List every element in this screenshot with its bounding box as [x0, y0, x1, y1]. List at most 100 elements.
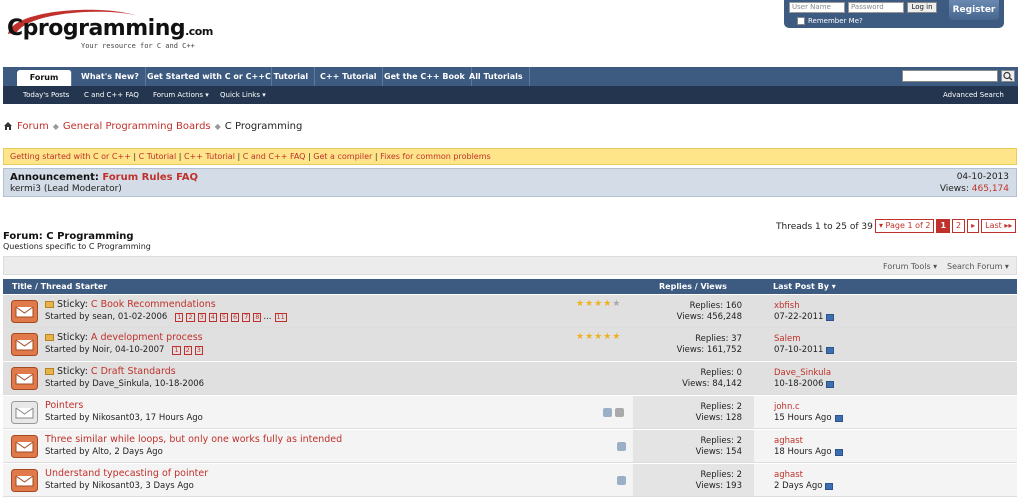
last-post-user[interactable]: aghast — [774, 470, 803, 480]
sticky-icon — [45, 334, 54, 341]
thread-page-link[interactable]: 6 — [230, 312, 240, 322]
tab-cpp-book[interactable]: Get the C++ Book — [378, 67, 472, 86]
thread-page-ellipsis: ... — [263, 312, 272, 322]
last-post-date: 15 Hours Ago — [774, 413, 832, 423]
logo-name: Cprogramming — [7, 16, 186, 41]
tools-bar: Forum Tools ▾ Search Forum ▾ — [3, 256, 1017, 275]
go-to-last-post-icon[interactable] — [826, 347, 835, 354]
last-post-user[interactable]: Salem — [774, 334, 800, 344]
thread-page-link[interactable]: 4 — [208, 312, 217, 322]
thread-replies: Replies: 160 — [689, 301, 742, 311]
rating-stars: ★ ★ ★ ★ ★ — [576, 299, 621, 309]
search-button[interactable] — [1001, 70, 1015, 82]
notice-link-getting-started[interactable]: Getting started with C or C++ — [10, 152, 131, 161]
thread-page-link[interactable]: 5 — [219, 312, 228, 322]
thread-page-link[interactable]: 2 — [186, 312, 195, 322]
thread-page-link[interactable]: 1 — [172, 345, 181, 355]
thread-page-link[interactable]: 7 — [242, 312, 251, 322]
thread-page-link[interactable]: 1 — [175, 312, 184, 322]
site-logo[interactable]: Cprogramming.com Your resource for C and… — [3, 4, 233, 56]
subnav-todays-posts[interactable]: Today's Posts — [23, 86, 69, 104]
col-replies[interactable]: Replies / Views — [659, 279, 727, 294]
tab-get-started[interactable]: Get Started with C or C++ — [141, 67, 272, 86]
last-post-user[interactable]: Dave_Sinkula — [774, 368, 831, 378]
thread-list-header: Title / Thread Starter Replies / Views L… — [3, 279, 1017, 294]
search-icon — [1003, 71, 1013, 81]
thread-title[interactable]: Understand typecasting of pointer — [45, 468, 208, 479]
thread-page-link[interactable]: 11 — [274, 312, 287, 322]
subnav-quick-links[interactable]: Quick Links ▾ — [220, 86, 266, 104]
thread-page-link[interactable]: 3 — [197, 312, 206, 322]
col-title[interactable]: Title / Thread Starter — [12, 279, 107, 294]
subnav-faq[interactable]: C and C++ FAQ — [84, 86, 139, 104]
search-input[interactable] — [902, 70, 998, 82]
remember-me[interactable]: Remember Me? — [797, 17, 863, 25]
thread-title[interactable]: Three similar while loops, but only one … — [45, 434, 342, 445]
announcement-title[interactable]: Forum Rules FAQ — [102, 172, 198, 183]
thread-title[interactable]: A development process — [91, 332, 203, 343]
notice-link-cpp-tutorial[interactable]: C++ Tutorial — [184, 152, 235, 161]
last-page-button[interactable]: Last ▸▸ — [981, 219, 1017, 233]
col-last-post[interactable]: Last Post By ▾ — [773, 279, 836, 294]
tab-forum[interactable]: Forum — [17, 70, 72, 86]
notice-link-c-tutorial[interactable]: C Tutorial — [139, 152, 177, 161]
thread-title[interactable]: Pointers — [45, 400, 83, 411]
tag-icon[interactable] — [617, 442, 626, 451]
go-to-last-post-icon[interactable] — [826, 381, 835, 388]
page-of-button[interactable]: ▾ Page 1 of 2 — [875, 219, 935, 233]
tab-c-tutorial[interactable]: C Tutorial — [259, 67, 316, 86]
go-to-last-post-icon[interactable] — [826, 314, 835, 321]
password-input[interactable]: Password — [848, 2, 904, 13]
notice-link-compiler[interactable]: Get a compiler — [313, 152, 372, 161]
notice-link-fixes[interactable]: Fixes for common problems — [380, 152, 491, 161]
thread-title[interactable]: C Book Recommendations — [91, 299, 216, 310]
username-input[interactable]: User Name — [789, 2, 845, 13]
threads-count: Threads 1 to 25 of 39 — [776, 222, 873, 232]
tag-icon[interactable] — [603, 408, 612, 417]
breadcrumb-sep-icon: ◆ — [214, 121, 221, 131]
notice-link-faq[interactable]: C and C++ FAQ — [243, 152, 306, 161]
logo-tagline: Your resource for C and C++ — [81, 42, 195, 50]
thread-starter: Started by Noir, 04-10-2007 — [45, 345, 165, 355]
page-2[interactable]: 2 — [952, 219, 966, 233]
breadcrumb-forum[interactable]: Forum — [17, 121, 49, 132]
last-post-user[interactable]: john.c — [774, 402, 800, 412]
thread-page-link[interactable]: 2 — [183, 345, 192, 355]
tab-whats-new[interactable]: What's New? — [75, 67, 146, 86]
register-button[interactable]: Register — [949, 0, 999, 20]
tab-cpp-tutorial[interactable]: C++ Tutorial — [314, 67, 384, 86]
go-to-last-post-icon[interactable] — [825, 483, 834, 490]
thread-row: Three similar while loops, but only one … — [3, 430, 1017, 463]
remember-label: Remember Me? — [808, 17, 863, 25]
thread-page-link[interactable]: 8 — [253, 312, 262, 322]
search-forum-menu[interactable]: Search Forum ▾ — [947, 257, 1009, 276]
attachment-icon[interactable] — [615, 408, 624, 417]
thread-row: Sticky: C Draft Standards Started by Dave… — [3, 362, 1017, 395]
tag-icon[interactable] — [617, 476, 626, 485]
thread-title[interactable]: C Draft Standards — [91, 366, 176, 377]
forum-tools-menu[interactable]: Forum Tools ▾ — [883, 257, 937, 276]
last-post-user[interactable]: aghast — [774, 436, 803, 446]
thread-status-icon — [11, 333, 38, 356]
subnav-forum-actions[interactable]: Forum Actions ▾ — [153, 86, 209, 104]
subnav-advanced-search[interactable]: Advanced Search — [943, 86, 1004, 104]
home-icon[interactable] — [3, 121, 13, 131]
thread-page-link[interactable]: 3 — [194, 345, 203, 355]
thread-starter: Started by Nikosant03, 3 Days Ago — [45, 481, 194, 491]
tab-all-tutorials[interactable]: All Tutorials — [463, 67, 530, 86]
thread-views: Views: 154 — [695, 447, 742, 457]
last-post-user[interactable]: xbfish — [774, 301, 800, 311]
next-page-button[interactable]: ▸ — [967, 219, 980, 233]
thread-replies: Replies: 2 — [700, 402, 742, 412]
login-button[interactable]: Log in — [907, 2, 937, 13]
remember-checkbox[interactable] — [797, 17, 805, 25]
go-to-last-post-icon[interactable] — [834, 449, 843, 456]
page-1: 1 — [936, 219, 951, 233]
announcement: Announcement: Forum Rules FAQ kermi3 (Le… — [3, 168, 1017, 197]
sticky-icon — [45, 368, 54, 375]
go-to-last-post-icon[interactable] — [834, 415, 843, 422]
thread-row: Sticky: C Book Recommendations Started by… — [3, 295, 1017, 328]
thread-row: Pointers Started by Nikosant03, 17 Hours… — [3, 396, 1017, 429]
breadcrumb-general[interactable]: General Programming Boards — [63, 121, 211, 132]
thread-views: Views: 161,752 — [676, 345, 742, 355]
